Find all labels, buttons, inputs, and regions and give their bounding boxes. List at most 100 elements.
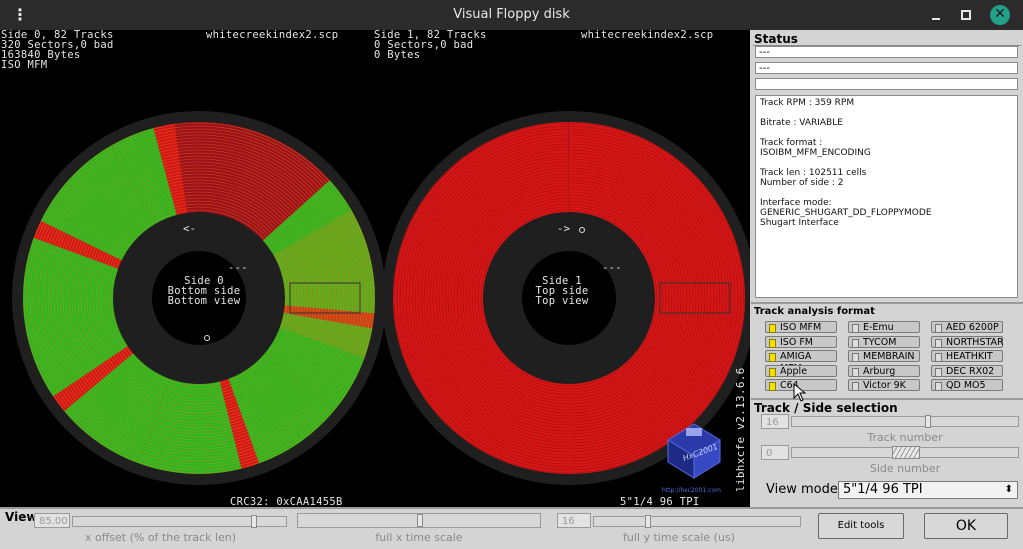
library-version: libhxcfe v2.13.6.6 <box>734 367 747 492</box>
toggle-led-icon <box>935 324 942 333</box>
format-label: MEMBRAIN <box>863 351 915 362</box>
toggle-led-icon <box>852 338 859 348</box>
track-number-field[interactable]: 16 <box>761 414 789 429</box>
format-label: HEATHKIT <box>946 351 993 362</box>
x-time-scale-slider[interactable] <box>297 513 541 528</box>
track-number-slider[interactable] <box>791 415 1019 428</box>
edit-tools-button[interactable]: Edit tools <box>818 513 904 539</box>
format-toggle-apple[interactable]: Apple <box>765 364 837 377</box>
view-mode-label: View mode <box>766 482 838 497</box>
status-field-2: --- <box>755 62 1018 74</box>
status-field-3 <box>755 78 1018 90</box>
side1-filename: whitecreekindex2.scp <box>581 30 714 41</box>
info-line: Shugart Interface <box>760 218 839 228</box>
format-toggle-qd-mo5[interactable]: QD MO5 <box>931 379 1003 391</box>
toggle-led-icon <box>769 353 776 362</box>
format-label: Apple <box>780 365 808 377</box>
toggle-led-icon <box>852 353 859 362</box>
ok-button[interactable]: OK <box>924 513 1008 539</box>
format-toggle-dec-rx02[interactable]: DEC RX02 <box>931 364 1003 377</box>
format-label: ISO MFM <box>780 322 822 333</box>
logo-url[interactable]: http://hxc2001.com <box>662 487 721 494</box>
side1-byte-count: 0 Bytes <box>374 49 421 61</box>
format-toggle-victor-9k[interactable]: Victor 9K <box>848 379 920 391</box>
mouse-cursor-icon <box>793 383 807 402</box>
side1-head-marker: --- <box>602 262 622 274</box>
minimize-icon[interactable] <box>926 5 946 25</box>
info-line <box>760 128 1013 138</box>
y-time-scale-field[interactable]: 16 <box>557 513 591 528</box>
info-line: Track len : 102511 cells <box>760 168 867 178</box>
format-toggle-iso-fm[interactable]: ISO FM <box>765 335 837 348</box>
x-offset-slider[interactable] <box>72 515 287 528</box>
toggle-led-icon <box>935 353 942 362</box>
format-toggle-membrain[interactable]: MEMBRAIN <box>848 350 920 362</box>
view-title: View <box>5 510 38 524</box>
divider <box>751 302 1023 304</box>
format-label: ISO FM <box>780 336 813 348</box>
side-number-caption: Side number <box>869 462 941 475</box>
format-toggle-e-emu[interactable]: E-Emu <box>848 321 920 333</box>
format-toggle-northstar[interactable]: NORTHSTAR <box>931 335 1004 348</box>
info-line: Interface mode: <box>760 198 832 208</box>
title-bar: ⋮ Visual Floppy disk ✕ <box>0 0 1023 30</box>
window-title: Visual Floppy disk <box>453 7 570 22</box>
view-mode-select[interactable]: 5"1/4 96 TPI ⬍ <box>838 481 1018 499</box>
y-time-slider-thumb[interactable] <box>645 515 651 528</box>
info-line: Track RPM : 359 RPM <box>760 98 855 108</box>
info-line <box>760 108 1013 118</box>
toggle-led-icon <box>769 324 776 333</box>
format-label: QD MO5 <box>946 380 986 391</box>
track-info-box: Track RPM : 359 RPM Bitrate : VARIABLE Tra… <box>755 95 1018 298</box>
side0-encoding: ISO MFM <box>1 59 48 71</box>
toggle-led-icon <box>852 382 859 391</box>
format-toggle-iso-mfm[interactable]: ISO MFM <box>765 321 837 333</box>
side1-direction-arrow: -> <box>557 223 571 235</box>
info-line <box>760 158 1013 168</box>
side0-direction-arrow: <- <box>183 223 197 235</box>
disk-surface-svg[interactable] <box>0 30 750 507</box>
track-side-title: Track / Side selection <box>754 401 898 415</box>
track-number-caption: Track number <box>867 431 943 444</box>
side0-filename: whitecreekindex2.scp <box>206 30 339 41</box>
density-readout: 5"1/4 96 TPI <box>620 496 700 507</box>
maximize-icon[interactable] <box>956 5 976 25</box>
side0-head-marker: --- <box>228 262 248 274</box>
right-panel: Status --- --- Track RPM : 359 RPM Bitrat… <box>751 30 1023 507</box>
format-toggle-aed-6200p[interactable]: AED 6200P <box>931 321 1003 333</box>
toggle-led-icon <box>935 382 942 391</box>
format-label: Victor 9K <box>863 380 906 391</box>
x-offset-slider-thumb[interactable] <box>251 515 257 528</box>
toggle-led-icon <box>935 338 942 348</box>
close-icon[interactable]: ✕ <box>990 5 1010 25</box>
x-time-scale-caption: full x time scale <box>375 531 463 544</box>
info-line: Bitrate : VARIABLE <box>760 118 843 128</box>
format-toggle-arburg[interactable]: Arburg <box>848 364 920 377</box>
format-label: NORTHSTAR <box>946 336 1004 348</box>
format-label: E-Emu <box>863 322 894 333</box>
toggle-led-icon <box>769 338 776 348</box>
format-label: TYCOM <box>863 336 897 348</box>
format-toggle-tycom[interactable]: TYCOM <box>848 335 920 348</box>
toggle-led-icon <box>852 367 859 377</box>
select-arrows-icon: ⬍ <box>1004 484 1013 495</box>
side-number-field[interactable]: 0 <box>761 445 789 460</box>
status-title: Status <box>754 32 798 46</box>
y-time-scale-slider[interactable] <box>593 515 801 528</box>
side-slider-thumb[interactable] <box>892 446 920 459</box>
format-toggle-amiga-mfm[interactable]: AMIGA MFM <box>765 350 837 374</box>
toggle-led-icon <box>769 367 776 377</box>
toggle-led-icon <box>935 367 942 377</box>
format-label: AED 6200P <box>946 322 999 333</box>
status-field-1: --- <box>755 46 1018 58</box>
side0-center-label3: Bottom view <box>167 295 241 307</box>
format-toggle-heathkit[interactable]: HEATHKIT <box>931 350 1003 362</box>
info-line: Number of side : 2 <box>760 178 844 188</box>
format-label: DEC RX02 <box>946 365 995 377</box>
crc32-readout: CRC32: 0xCAA1455B <box>230 496 343 507</box>
disk-view-canvas[interactable]: Side 0, 82 Tracks 320 Sectors,0 bad 1638… <box>0 30 750 507</box>
x-time-slider-thumb[interactable] <box>417 514 423 527</box>
side-number-slider[interactable] <box>791 446 1019 459</box>
x-offset-field[interactable]: 85.00 <box>34 513 70 528</box>
track-slider-thumb[interactable] <box>925 415 931 428</box>
